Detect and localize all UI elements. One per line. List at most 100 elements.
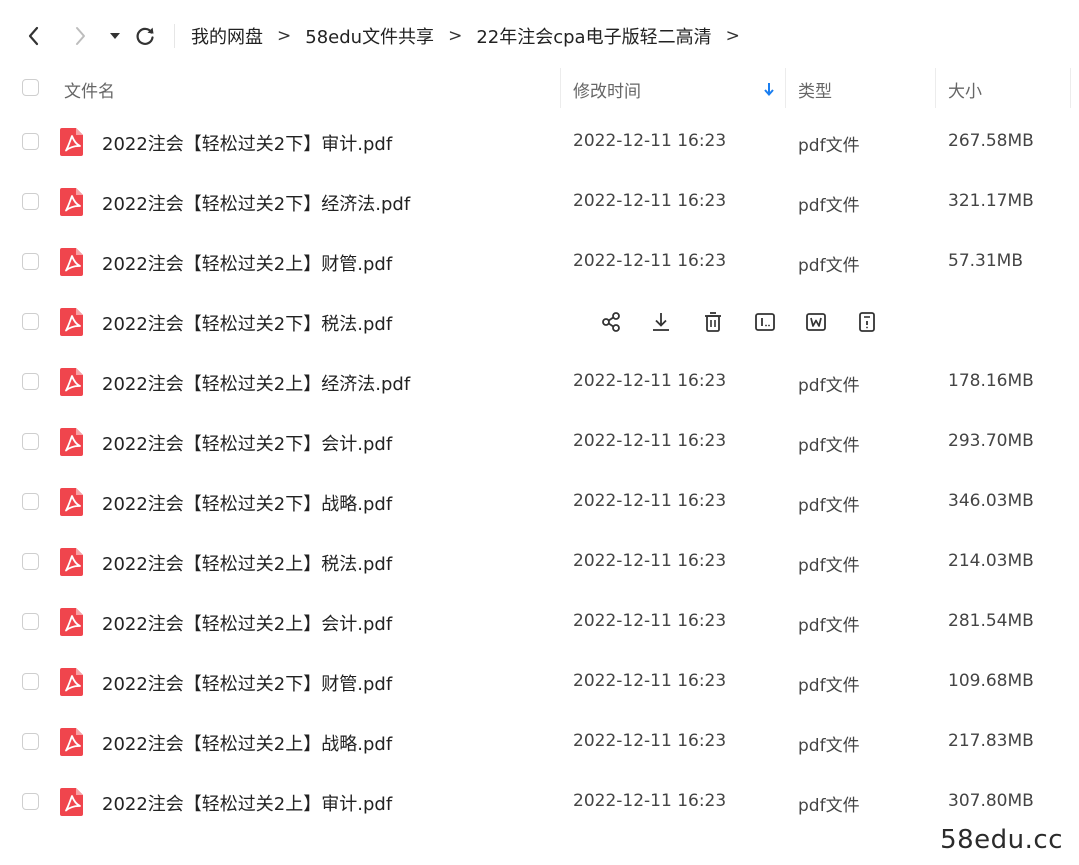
file-modified-time: 2022-12-11 16:23 bbox=[573, 131, 727, 151]
table-row[interactable]: 2022注会【轻松过关2下】财管.pdf 2022-12-11 16:23 pdf文… bbox=[0, 652, 1079, 712]
row-checkbox[interactable] bbox=[22, 673, 39, 690]
column-divider[interactable] bbox=[935, 68, 936, 108]
chevron-right-icon bbox=[76, 27, 85, 45]
file-modified-time: 2022-12-11 16:23 bbox=[573, 371, 727, 391]
file-name[interactable]: 2022注会【轻松过关2下】会计.pdf bbox=[102, 430, 392, 456]
history-dropdown-button[interactable] bbox=[99, 20, 131, 52]
file-size: 346.03MB bbox=[948, 491, 1034, 511]
file-type: pdf文件 bbox=[798, 616, 860, 636]
row-checkbox[interactable] bbox=[22, 613, 39, 630]
file-name[interactable]: 2022注会【轻松过关2下】财管.pdf bbox=[102, 670, 392, 696]
file-modified-time: 2022-12-11 16:23 bbox=[573, 551, 727, 571]
row-checkbox[interactable] bbox=[22, 553, 39, 570]
file-name[interactable]: 2022注会【轻松过关2上】会计.pdf bbox=[102, 610, 392, 636]
file-name[interactable]: 2022注会【轻松过关2上】税法.pdf bbox=[102, 550, 392, 576]
breadcrumb-separator: > bbox=[448, 26, 463, 46]
select-all-checkbox[interactable] bbox=[22, 79, 39, 96]
file-modified-time: 2022-12-11 16:23 bbox=[573, 611, 727, 631]
file-modified-time: 2022-12-11 16:23 bbox=[573, 431, 727, 451]
breadcrumb-item-root[interactable]: 我的网盘 bbox=[191, 23, 263, 49]
file-type: pdf文件 bbox=[798, 376, 860, 396]
download-icon[interactable] bbox=[648, 309, 674, 335]
file-name[interactable]: 2022注会【轻松过关2上】战略.pdf bbox=[102, 730, 392, 756]
file-name[interactable]: 2022注会【轻松过关2下】经济法.pdf bbox=[102, 190, 410, 216]
table-row[interactable]: 2022注会【轻松过关2下】审计.pdf 2022-12-11 16:23 pdf文… bbox=[0, 112, 1079, 172]
table-header: 文件名 修改时间 类型 大小 bbox=[0, 66, 1079, 110]
table-row[interactable]: 2022注会【轻松过关2下】税法.pdf bbox=[0, 292, 1079, 352]
column-divider[interactable] bbox=[1070, 68, 1071, 108]
delete-icon[interactable] bbox=[700, 309, 726, 335]
row-checkbox[interactable] bbox=[22, 253, 39, 270]
file-modified-time: 2022-12-11 16:23 bbox=[573, 251, 727, 271]
file-size: 217.83MB bbox=[948, 731, 1034, 751]
header-modified[interactable]: 修改时间 bbox=[573, 77, 641, 102]
pdf-file-icon bbox=[59, 787, 85, 817]
file-type: pdf文件 bbox=[798, 556, 860, 576]
column-divider[interactable] bbox=[785, 68, 786, 108]
header-type[interactable]: 类型 bbox=[798, 77, 832, 102]
file-name[interactable]: 2022注会【轻松过关2下】税法.pdf bbox=[102, 310, 392, 336]
row-checkbox[interactable] bbox=[22, 313, 39, 330]
arrow-down-icon[interactable] bbox=[763, 81, 775, 97]
row-checkbox[interactable] bbox=[22, 733, 39, 750]
toolbar: 我的网盘 > 58edu文件共享 > 22年注会cpa电子版轻二高清 > bbox=[0, 0, 1079, 72]
file-modified-time: 2022-12-11 16:23 bbox=[573, 791, 727, 811]
header-name[interactable]: 文件名 bbox=[64, 77, 115, 102]
file-type: pdf文件 bbox=[798, 136, 860, 156]
row-checkbox[interactable] bbox=[22, 373, 39, 390]
table-row[interactable]: 2022注会【轻松过关2上】审计.pdf 2022-12-11 16:23 pdf文… bbox=[0, 772, 1079, 832]
table-row[interactable]: 2022注会【轻松过关2上】税法.pdf 2022-12-11 16:23 pdf文… bbox=[0, 532, 1079, 592]
table-row[interactable]: 2022注会【轻松过关2下】会计.pdf 2022-12-11 16:23 pdf文… bbox=[0, 412, 1079, 472]
file-name[interactable]: 2022注会【轻松过关2下】审计.pdf bbox=[102, 130, 392, 156]
header-size[interactable]: 大小 bbox=[948, 77, 982, 102]
pdf-file-icon bbox=[59, 487, 85, 517]
file-size: 109.68MB bbox=[948, 671, 1034, 691]
breadcrumb-item-current[interactable]: 22年注会cpa电子版轻二高清 bbox=[476, 23, 711, 49]
file-size: 178.16MB bbox=[948, 371, 1034, 391]
file-size: 321.17MB bbox=[948, 191, 1034, 211]
row-checkbox[interactable] bbox=[22, 133, 39, 150]
pdf-file-icon bbox=[59, 727, 85, 757]
move-icon[interactable] bbox=[803, 309, 829, 335]
file-name[interactable]: 2022注会【轻松过关2上】财管.pdf bbox=[102, 250, 392, 276]
pdf-file-icon bbox=[59, 607, 85, 637]
row-checkbox[interactable] bbox=[22, 193, 39, 210]
pdf-file-icon bbox=[59, 427, 85, 457]
refresh-icon bbox=[136, 27, 154, 45]
refresh-button[interactable] bbox=[129, 20, 161, 52]
table-row[interactable]: 2022注会【轻松过关2下】战略.pdf 2022-12-11 16:23 pdf文… bbox=[0, 472, 1079, 532]
back-button[interactable] bbox=[18, 20, 50, 52]
file-name[interactable]: 2022注会【轻松过关2上】经济法.pdf bbox=[102, 370, 410, 396]
file-type: pdf文件 bbox=[798, 256, 860, 276]
file-type: pdf文件 bbox=[798, 736, 860, 756]
table-row[interactable]: 2022注会【轻松过关2上】战略.pdf 2022-12-11 16:23 pdf文… bbox=[0, 712, 1079, 772]
more-icon[interactable] bbox=[854, 309, 880, 335]
pdf-file-icon bbox=[59, 367, 85, 397]
file-type: pdf文件 bbox=[798, 196, 860, 216]
breadcrumb-separator: > bbox=[725, 26, 740, 46]
breadcrumb-separator: > bbox=[277, 26, 292, 46]
table-row[interactable]: 2022注会【轻松过关2上】财管.pdf 2022-12-11 16:23 pdf文… bbox=[0, 232, 1079, 292]
row-checkbox[interactable] bbox=[22, 793, 39, 810]
row-checkbox[interactable] bbox=[22, 493, 39, 510]
file-modified-time: 2022-12-11 16:23 bbox=[573, 671, 727, 691]
forward-button[interactable] bbox=[64, 20, 96, 52]
file-name[interactable]: 2022注会【轻松过关2上】审计.pdf bbox=[102, 790, 392, 816]
toolbar-divider bbox=[174, 24, 175, 48]
share-icon[interactable] bbox=[598, 309, 624, 335]
table-row[interactable]: 2022注会【轻松过关2上】会计.pdf 2022-12-11 16:23 pdf文… bbox=[0, 592, 1079, 652]
file-size: 267.58MB bbox=[948, 131, 1034, 151]
file-type: pdf文件 bbox=[798, 676, 860, 696]
file-size: 57.31MB bbox=[948, 251, 1023, 271]
file-size: 307.80MB bbox=[948, 791, 1034, 811]
row-checkbox[interactable] bbox=[22, 433, 39, 450]
breadcrumb: 我的网盘 > 58edu文件共享 > 22年注会cpa电子版轻二高清 > bbox=[191, 22, 754, 50]
table-row[interactable]: 2022注会【轻松过关2下】经济法.pdf 2022-12-11 16:23 pdf… bbox=[0, 172, 1079, 232]
table-row[interactable]: 2022注会【轻松过关2上】经济法.pdf 2022-12-11 16:23 pdf… bbox=[0, 352, 1079, 412]
breadcrumb-item-share[interactable]: 58edu文件共享 bbox=[305, 23, 434, 49]
pdf-file-icon bbox=[59, 187, 85, 217]
file-name[interactable]: 2022注会【轻松过关2下】战略.pdf bbox=[102, 490, 392, 516]
pdf-file-icon bbox=[59, 547, 85, 577]
rename-icon[interactable] bbox=[752, 309, 778, 335]
column-divider[interactable] bbox=[560, 68, 561, 108]
